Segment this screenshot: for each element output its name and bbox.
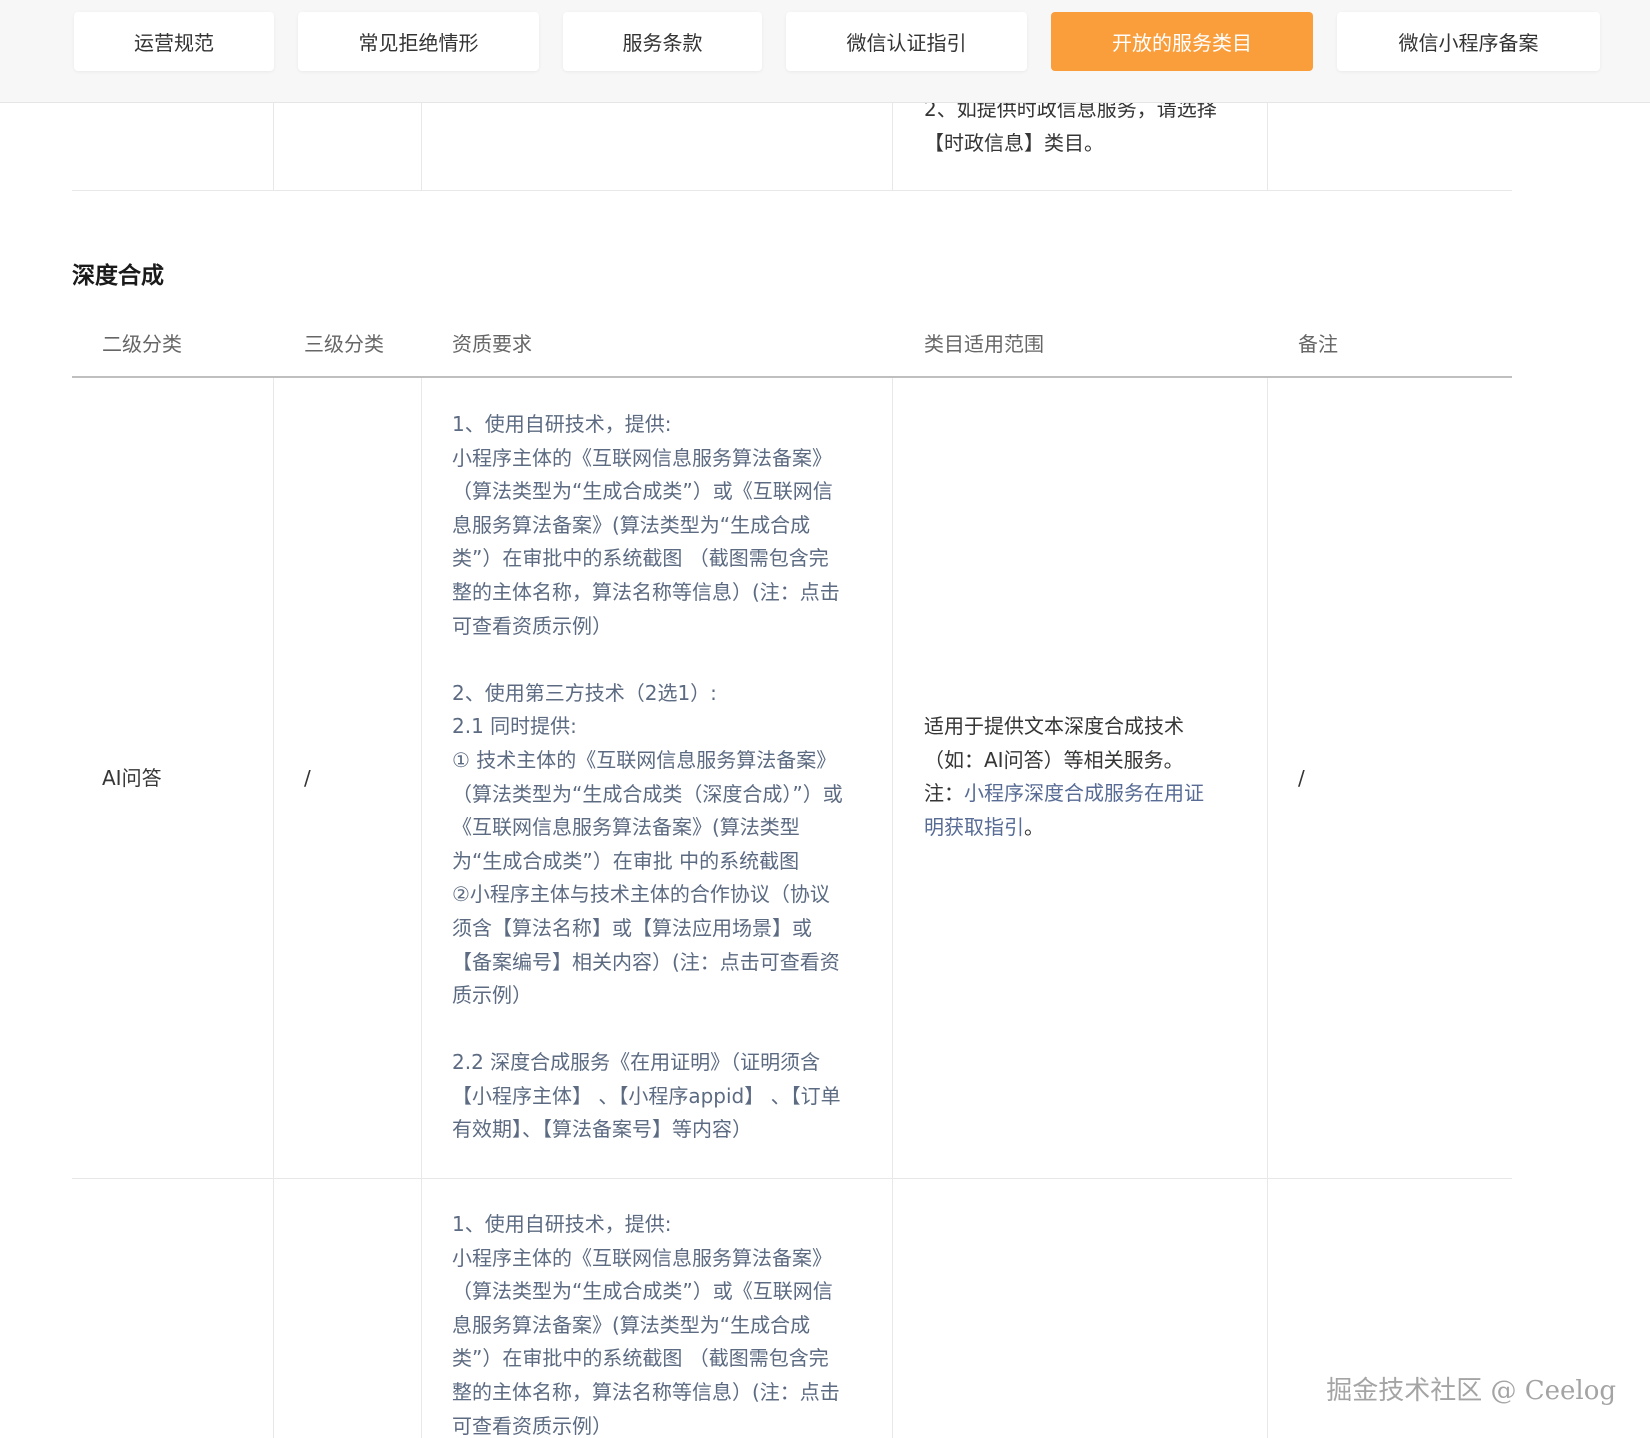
req-line: 可查看资质示例）: [452, 1413, 612, 1438]
scope-note: 明获取指引。: [924, 811, 1204, 845]
column-divider: [892, 103, 893, 191]
req-line: ① 技术主体的《互联网信息服务算法备案》: [452, 747, 837, 772]
req-line: 息服务算法备案》(算法类型为“生成合成: [452, 1312, 811, 1337]
req-line: 可查看资质示例）: [452, 613, 612, 638]
tab-open-service-categories[interactable]: 开放的服务类目: [1051, 12, 1313, 71]
req-line: 《互联网信息服务算法备案》(算法类型: [452, 815, 800, 840]
column-divider: [1267, 378, 1268, 1438]
deep-synthesis-guide-link[interactable]: 明获取指引: [924, 815, 1024, 839]
top-tab-bar: 运营规范 常见拒绝情形 服务条款 微信认证指引 开放的服务类目 微信小程序备案: [0, 0, 1650, 103]
req-line: 【小程序主体】 、【小程序appid】 、【订单: [452, 1083, 841, 1108]
req-line: 1、使用自研技术，提供:: [452, 1212, 672, 1236]
scope-note: 注：小程序深度合成服务在用证: [924, 777, 1204, 811]
scope-line: （如：AI问答）等相关服务。: [924, 747, 1184, 772]
cell-requirements: 1、使用自研技术，提供: 小程序主体的《互联网信息服务算法备案》 （算法类型为“…: [452, 408, 843, 1147]
tab-miniprogram-filing[interactable]: 微信小程序备案: [1337, 12, 1600, 71]
cell-level3: /: [304, 766, 311, 790]
req-line: 小程序主体的《互联网信息服务算法备案》: [452, 445, 832, 470]
cell-remark: /: [1298, 766, 1305, 790]
req-line: （算法类型为“生成合成类”）或《互联网信: [452, 479, 833, 504]
column-divider: [892, 378, 893, 1438]
req-line: ②小程序主体与技术主体的合作协议（协议: [452, 882, 830, 907]
req-line: 息服务算法备案》(算法类型为“生成合成: [452, 512, 811, 537]
header-scope: 类目适用范围: [924, 332, 1044, 356]
req-line: 2、使用第三方技术（2选1）:: [452, 680, 717, 705]
req-line: 1、使用自研技术，提供:: [452, 412, 672, 436]
req-line: 小程序主体的《互联网信息服务算法备案》: [452, 1245, 832, 1270]
scope-note-suffix: 。: [1024, 814, 1044, 839]
column-divider: [421, 103, 422, 191]
req-line: 类”）在审批中的系统截图 （截图需包含完: [452, 1346, 829, 1371]
header-level3: 三级分类: [304, 332, 384, 356]
req-line: 类”）在审批中的系统截图 （截图需包含完: [452, 546, 829, 571]
header-remark: 备注: [1298, 332, 1338, 356]
tab-common-rejections[interactable]: 常见拒绝情形: [298, 12, 539, 71]
column-divider: [273, 378, 274, 1438]
tab-operation-rules[interactable]: 运营规范: [74, 12, 274, 71]
req-line: 2.1 同时提供:: [452, 714, 577, 739]
tab-terms-of-service[interactable]: 服务条款: [563, 12, 762, 71]
req-line: 2.2 深度合成服务《在用证明》（证明须含: [452, 1050, 821, 1075]
column-divider: [421, 378, 422, 1438]
column-divider: [1267, 103, 1268, 191]
req-line: （算法类型为“生成合成类”）或《互联网信: [452, 1279, 833, 1304]
header-requirements: 资质要求: [452, 332, 532, 356]
req-line: 整的主体名称，算法名称等信息）(注：点击: [452, 579, 840, 604]
prev-scope-line: 【时政信息】类目。: [924, 130, 1104, 155]
row-divider: [72, 1178, 1512, 1179]
deep-synthesis-guide-link[interactable]: 小程序深度合成服务在用证: [964, 781, 1204, 805]
req-line: 质示例）: [452, 983, 532, 1008]
req-line: 有效期】、【算法备案号】等内容）: [452, 1117, 752, 1142]
req-line: 【备案编号】相关内容）(注：点击可查看资: [452, 949, 840, 974]
req-line: （算法类型为“生成合成类（深度合成）”）或: [452, 781, 843, 806]
scope-line: 适用于提供文本深度合成技术: [924, 714, 1184, 738]
req-line: 为“生成合成类”）在审批 中的系统截图: [452, 848, 800, 873]
req-line: 整的主体名称，算法名称等信息）(注：点击: [452, 1379, 840, 1404]
row-divider: [72, 190, 1512, 191]
header-level2: 二级分类: [102, 332, 182, 356]
cell-scope: 适用于提供文本深度合成技术 （如：AI问答）等相关服务。 注：小程序深度合成服务…: [924, 710, 1204, 844]
header-divider: [72, 376, 1512, 378]
prev-row-scope: 2、如提供时政信息服务，请选择 【时政信息】类目。: [924, 93, 1217, 160]
tab-wechat-verification-guide[interactable]: 微信认证指引: [786, 12, 1027, 71]
section-title: 深度合成: [72, 263, 164, 289]
cell-requirements: 1、使用自研技术，提供: 小程序主体的《互联网信息服务算法备案》 （算法类型为“…: [452, 1208, 840, 1438]
req-line: 须含【算法名称】或【算法应用场景】或: [452, 915, 812, 940]
cell-level2: AI问答: [102, 766, 162, 790]
column-divider: [273, 103, 274, 191]
watermark: 掘金技术社区 @ Ceelog: [1326, 1376, 1616, 1406]
page-content: 2、如提供时政信息服务，请选择 【时政信息】类目。 深度合成 二级分类 三级分类…: [0, 0, 1650, 1438]
scope-note-prefix: 注：: [924, 781, 964, 806]
